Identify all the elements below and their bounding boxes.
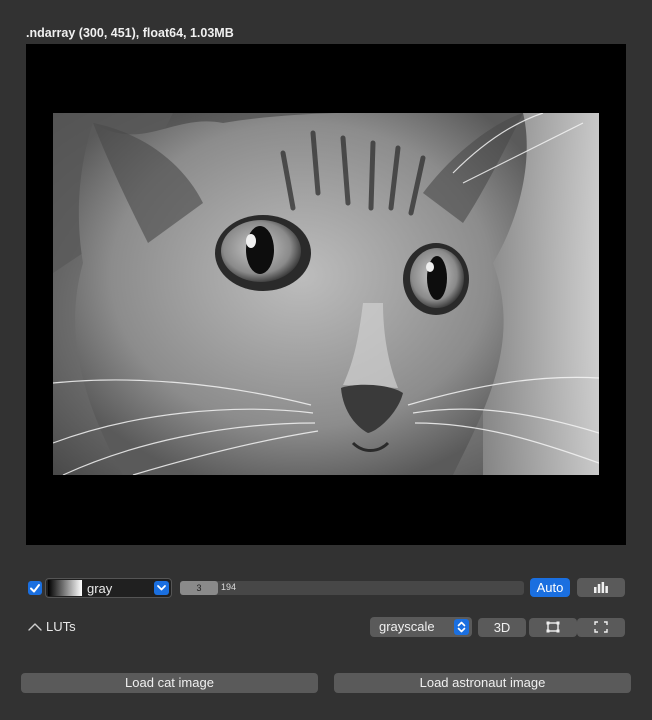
lut-gradient-swatch xyxy=(48,580,82,596)
histogram-icon xyxy=(594,582,608,593)
channel-controls: gray 3 194 Auto xyxy=(26,578,626,600)
toggle-3d-button[interactable]: 3D xyxy=(478,618,526,637)
range-max-value: 194 xyxy=(221,582,237,592)
chevron-up-icon xyxy=(28,623,42,631)
colormode-select[interactable]: grayscale xyxy=(370,617,472,637)
channel-visible-checkbox[interactable] xyxy=(28,581,42,595)
load-astronaut-button[interactable]: Load astronaut image xyxy=(334,673,631,693)
array-info-label: .ndarray (300, 451), float64, 1.03MB xyxy=(26,26,234,40)
lut-select[interactable]: gray xyxy=(45,578,172,598)
range-min-handle[interactable]: 3 xyxy=(180,581,218,595)
colormode-select-value: grayscale xyxy=(379,619,435,634)
cat-image xyxy=(53,113,599,475)
image-viewer-window: .ndarray (300, 451), float64, 1.03MB gra… xyxy=(0,0,652,720)
set-range-button[interactable] xyxy=(529,618,577,637)
crop-box-icon xyxy=(546,621,560,633)
chevron-updown-icon xyxy=(454,619,469,635)
expand-icon xyxy=(594,621,608,633)
auto-contrast-button[interactable]: Auto xyxy=(530,578,570,597)
image-canvas[interactable] xyxy=(26,44,626,545)
lut-controls: LUTs grayscale 3D xyxy=(26,617,626,639)
histogram-button[interactable] xyxy=(577,578,625,597)
luts-toggle-label: LUTs xyxy=(46,619,76,634)
chevron-down-icon xyxy=(154,581,169,595)
checkmark-icon xyxy=(30,584,40,593)
load-cat-button[interactable]: Load cat image xyxy=(21,673,318,693)
contrast-range-slider[interactable]: 3 194 xyxy=(180,581,524,595)
lut-select-value: gray xyxy=(87,581,113,596)
fullscreen-button[interactable] xyxy=(577,618,625,637)
